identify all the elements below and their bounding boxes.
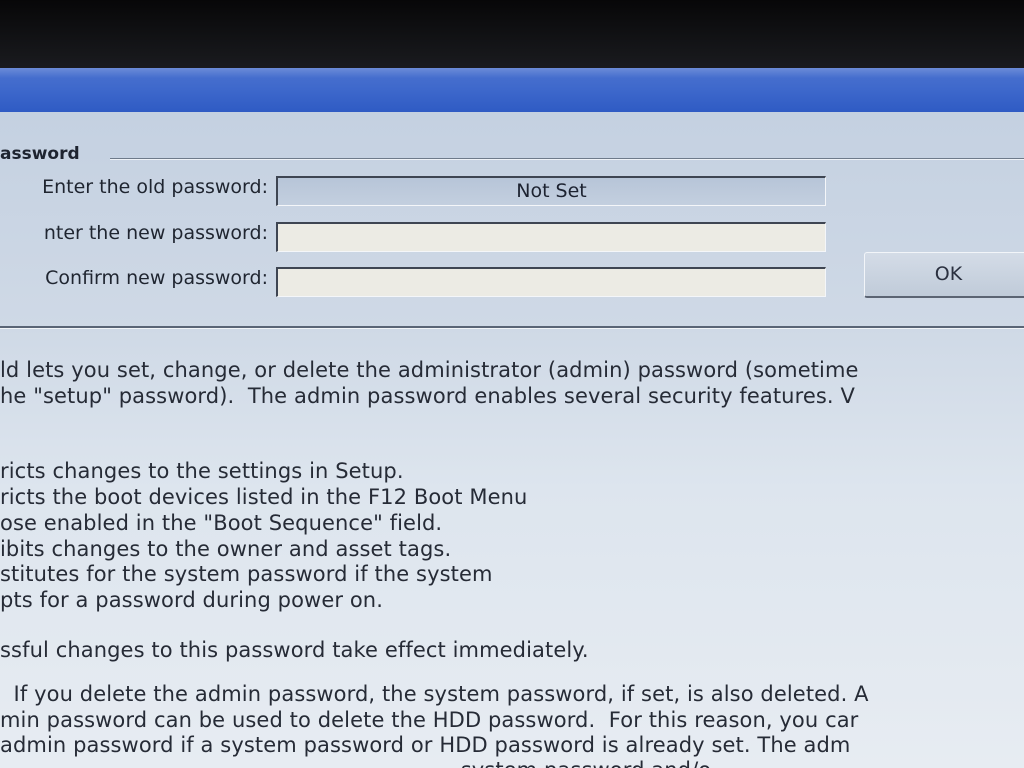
new-password-field[interactable] [276, 222, 826, 252]
help-line: ld lets you set, change, or delete the a… [0, 358, 859, 382]
help-line: admin password if a system password or H… [0, 733, 851, 757]
help-line: stitutes for the system password if the … [0, 562, 493, 586]
old-password-field[interactable]: Not Set [276, 176, 826, 206]
help-line: system password and/o [0, 758, 1024, 768]
help-line: min password can be used to delete the H… [0, 708, 859, 732]
help-line: If you delete the admin password, the sy… [0, 682, 869, 706]
help-line: ricts the boot devices listed in the F12… [0, 485, 528, 509]
ok-button[interactable]: OK [864, 252, 1024, 298]
title-bar-highlight [0, 68, 1024, 78]
help-line: pts for a password during power on. [0, 588, 383, 612]
group-box-title: assword [0, 144, 80, 164]
help-line: ibits changes to the owner and asset tag… [0, 537, 452, 561]
window-title-bar [0, 68, 1024, 112]
old-password-label: Enter the old password: [42, 176, 268, 198]
help-line: ssful changes to this password take effe… [0, 638, 589, 662]
bios-setup-window: assword Enter the old password: Not Set … [0, 68, 1024, 768]
confirm-password-field[interactable] [276, 267, 826, 297]
section-divider [0, 326, 1024, 329]
help-line: he "setup" password). The admin password… [0, 384, 855, 408]
help-line: ose enabled in the "Boot Sequence" field… [0, 511, 443, 535]
new-password-label: nter the new password: [43, 222, 268, 244]
confirm-password-label: Confirm new password: [45, 267, 268, 289]
help-line: ricts changes to the settings in Setup. [0, 459, 404, 483]
monitor-bezel [0, 0, 1024, 72]
group-box-border [110, 158, 1024, 160]
